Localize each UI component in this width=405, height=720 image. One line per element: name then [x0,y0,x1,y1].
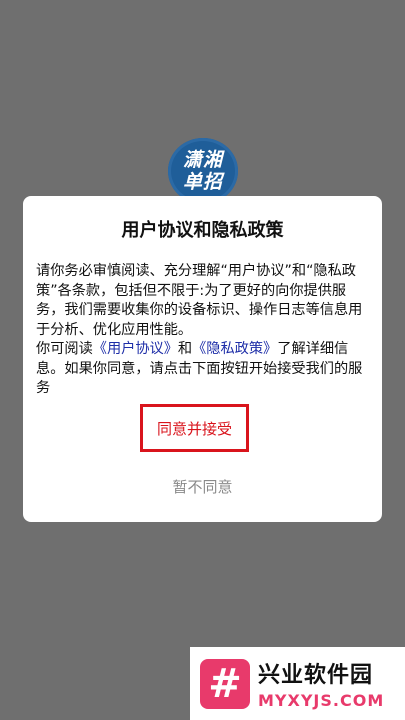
dialog-body: 请你务必审慎阅读、充分理解“用户协议”和“隐私政策”各条款，包括但不限于:为了更… [36,262,370,399]
paragraph-2-and: 和 [177,341,193,357]
site-watermark: # 兴业软件园 MYXYJS.COM [190,647,405,720]
agree-button-label: 同意并接受 [156,419,232,438]
dialog-title: 用户协议和隐私政策 [121,220,284,241]
watermark-title: 兴业软件园 [258,663,374,688]
privacy-dialog: 用户协议和隐私政策 请你务必审慎阅读、充分理解“用户协议”和“隐私政策”各条款，… [23,196,382,522]
paragraph-2-prefix: 你可阅读 [36,341,93,357]
dialog-paragraph-2: 你可阅读《用户协议》和《隐私政策》了解详细信息。如果你同意，请点击下面按钮开始接… [36,340,370,399]
agree-button[interactable]: 同意并接受 [140,404,249,452]
app-logo-text-line1: 潇湘 [182,149,223,171]
watermark-text: 兴业软件园 MYXYJS.COM [258,657,384,710]
user-agreement-link[interactable]: 《用户协议》 [93,341,178,357]
watermark-logo-icon: # [200,658,250,709]
disagree-button[interactable]: 暂不同意 [23,476,382,497]
watermark-subtitle: MYXYJS.COM [258,691,385,710]
app-logo: 潇湘 单招 [168,138,238,204]
app-logo-text-line2: 单招 [182,171,223,193]
privacy-policy-link[interactable]: 《隐私政策》 [192,341,277,357]
dialog-paragraph-1: 请你务必审慎阅读、充分理解“用户协议”和“隐私政策”各条款，包括但不限于:为了更… [36,263,363,338]
